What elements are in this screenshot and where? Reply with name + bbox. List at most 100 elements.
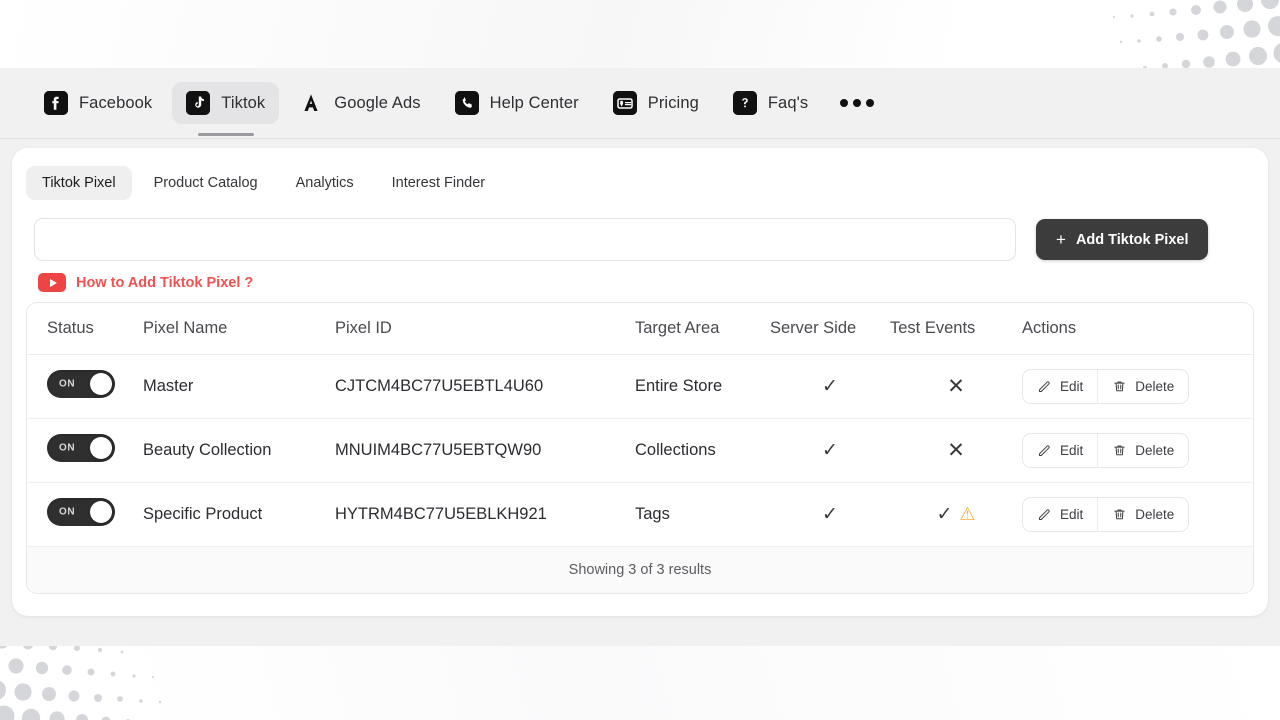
nav-item-help-center[interactable]: Help Center	[441, 82, 593, 124]
edit-button[interactable]: Edit	[1023, 498, 1098, 531]
warning-icon[interactable]: ⚠	[959, 505, 975, 523]
pencil-icon	[1039, 509, 1050, 520]
nav-item-label: Google Ads	[334, 93, 421, 112]
plus-icon: +	[1056, 230, 1066, 249]
question-icon	[732, 91, 757, 115]
check-icon: ✓	[822, 375, 838, 397]
nav-item-pricing[interactable]: Pricing	[599, 82, 713, 124]
cell-pixel-id: MNUIM4BC77U5EBTQW90	[335, 418, 635, 483]
tab-label: Product Catalog	[153, 175, 258, 191]
search-input[interactable]	[34, 218, 1016, 261]
search-and-add-row: + Add Tiktok Pixel	[12, 200, 1268, 261]
check-icon: ✓	[822, 503, 838, 525]
edit-label: Edit	[1060, 379, 1084, 394]
edit-label: Edit	[1060, 443, 1084, 458]
column-header-pixel-name: Pixel Name	[143, 303, 335, 355]
column-header-status: Status	[27, 303, 143, 355]
nav-item-label: Pricing	[647, 93, 699, 112]
add-tiktok-pixel-button[interactable]: + Add Tiktok Pixel	[1036, 219, 1209, 260]
facebook-icon	[44, 91, 68, 115]
nav-item-label: Help Center	[489, 93, 579, 112]
status-toggle[interactable]: ON	[47, 434, 115, 462]
table-row: ON Specific Product HYTRM4BC77U5EBLKH921…	[27, 482, 1253, 546]
status-toggle[interactable]: ON	[47, 498, 115, 526]
tab-analytics[interactable]: Analytics	[280, 166, 370, 200]
tab-interest-finder[interactable]: Interest Finder	[376, 166, 502, 200]
nav-item-label: Facebook	[79, 93, 153, 112]
table-header-row: Status Pixel Name Pixel ID Target Area S…	[27, 303, 1253, 355]
edit-label: Edit	[1060, 507, 1084, 522]
row-actions-group: Edit Delete	[1022, 433, 1190, 468]
cell-server-side: ✓	[770, 354, 890, 419]
table-row: ON Beauty Collection MNUIM4BC77U5EBTQW90…	[27, 418, 1253, 483]
background-wash-top	[0, 0, 1280, 70]
toggle-knob	[90, 437, 112, 459]
column-header-actions: Actions	[1022, 303, 1253, 355]
tab-label: Tiktok Pixel	[42, 175, 116, 191]
column-header-target-area: Target Area	[635, 303, 770, 355]
edit-button[interactable]: Edit	[1023, 370, 1098, 403]
delete-label: Delete	[1135, 443, 1175, 458]
toggle-label: ON	[59, 506, 76, 518]
cell-test-events: ✕	[890, 354, 1022, 419]
column-header-test-events: Test Events	[890, 303, 1022, 355]
row-actions-group: Edit Delete	[1022, 369, 1190, 404]
edit-button[interactable]: Edit	[1023, 434, 1098, 467]
tab-label: Interest Finder	[391, 175, 486, 191]
cross-icon: ✕	[947, 438, 965, 462]
cell-pixel-name: Specific Product	[143, 482, 335, 546]
delete-button[interactable]: Delete	[1097, 498, 1189, 531]
cell-actions: Edit Delete	[1022, 418, 1253, 483]
cell-target-area: Collections	[635, 418, 770, 483]
nav-item-facebook[interactable]: Facebook	[30, 82, 166, 124]
nav-item-tiktok[interactable]: Tiktok	[172, 82, 280, 124]
column-header-pixel-id: Pixel ID	[335, 303, 635, 355]
trash-icon	[1114, 381, 1125, 392]
cell-target-area: Entire Store	[635, 354, 770, 419]
cell-actions: Edit Delete	[1022, 482, 1253, 546]
help-video-link-row: How to Add Tiktok Pixel ?	[12, 261, 1268, 292]
row-actions-group: Edit Delete	[1022, 497, 1190, 532]
nav-item-google-ads[interactable]: Google Ads	[285, 82, 434, 124]
cell-test-events: ✕	[890, 418, 1022, 483]
delete-label: Delete	[1135, 379, 1175, 394]
pixels-table: Status Pixel Name Pixel ID Target Area S…	[27, 303, 1253, 546]
add-button-label: Add Tiktok Pixel	[1075, 231, 1189, 248]
pricing-card-icon	[612, 91, 637, 115]
google-ads-icon	[299, 91, 323, 115]
top-navigation: Facebook Tiktok Google Ads Help Center P	[0, 68, 1280, 139]
cross-icon: ✕	[947, 374, 965, 398]
nav-item-label: Tiktok	[221, 93, 266, 112]
cell-status: ON	[27, 482, 143, 546]
check-icon: ✓	[822, 439, 838, 461]
how-to-add-link[interactable]: How to Add Tiktok Pixel ?	[76, 275, 253, 291]
app-screenshot: Facebook Tiktok Google Ads Help Center P	[0, 0, 1280, 720]
tab-tiktok-pixel[interactable]: Tiktok Pixel	[26, 166, 132, 200]
toggle-label: ON	[59, 442, 76, 454]
nav-item-faqs[interactable]: Faq's	[719, 82, 822, 124]
tab-product-catalog[interactable]: Product Catalog	[138, 166, 274, 200]
youtube-play-icon	[38, 273, 66, 292]
cell-status: ON	[27, 418, 143, 483]
phone-icon	[454, 91, 479, 115]
status-toggle[interactable]: ON	[47, 370, 115, 398]
column-header-server-side: Server Side	[770, 303, 890, 355]
cell-pixel-id: HYTRM4BC77U5EBLKH921	[335, 482, 635, 546]
cell-target-area: Tags	[635, 482, 770, 546]
toggle-label: ON	[59, 378, 76, 390]
delete-button[interactable]: Delete	[1097, 434, 1189, 467]
more-horizontal-icon[interactable]	[828, 89, 886, 117]
cell-server-side: ✓	[770, 482, 890, 546]
cell-test-events: ✓ ⚠	[890, 482, 1022, 546]
toggle-knob	[90, 501, 112, 523]
cell-pixel-id: CJTCM4BC77U5EBTL4U60	[335, 354, 635, 419]
cell-server-side: ✓	[770, 418, 890, 483]
pencil-icon	[1039, 445, 1050, 456]
results-count: Showing 3 of 3 results	[27, 546, 1253, 593]
pencil-icon	[1039, 381, 1050, 392]
delete-button[interactable]: Delete	[1097, 370, 1189, 403]
cell-pixel-name: Beauty Collection	[143, 418, 335, 483]
cell-pixel-name: Master	[143, 354, 335, 419]
trash-icon	[1114, 445, 1125, 456]
toggle-knob	[90, 373, 112, 395]
